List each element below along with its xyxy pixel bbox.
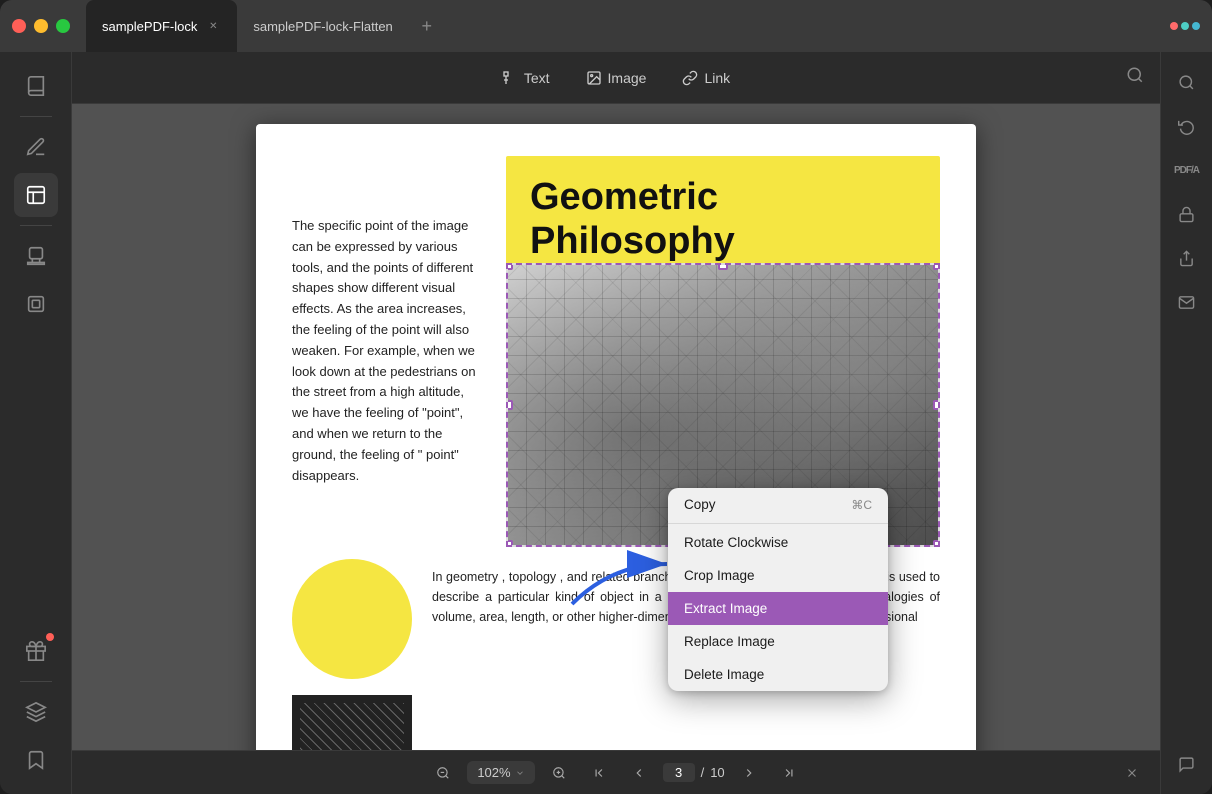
tab-close-1[interactable]: ✕ <box>205 18 221 34</box>
divider-3 <box>20 681 52 682</box>
tab-samplePDF-lock-flatten[interactable]: samplePDF-lock-Flatten <box>237 0 408 52</box>
close-bottom-button[interactable] <box>1116 757 1148 789</box>
total-pages: 10 <box>710 765 724 780</box>
pdf-heading: GeometricPhilosophy <box>530 176 916 263</box>
handle-top-right[interactable] <box>933 263 940 270</box>
menu-crop-label: Crop Image <box>684 568 755 583</box>
zoom-in-button[interactable] <box>543 757 575 789</box>
handle-mid-left[interactable] <box>506 400 513 410</box>
maximize-button[interactable] <box>56 19 70 33</box>
sidebar-item-stamp[interactable] <box>14 234 58 278</box>
last-page-button[interactable] <box>773 757 805 789</box>
search-icon[interactable] <box>1126 66 1144 89</box>
pdf-left-text: The specific point of the image can be e… <box>292 216 482 486</box>
sidebar-item-book[interactable] <box>14 64 58 108</box>
menu-copy-shortcut: ⌘C <box>851 498 872 512</box>
handle-mid-right[interactable] <box>933 400 940 410</box>
tab-label-2: samplePDF-lock-Flatten <box>253 19 392 34</box>
handle-bottom-right[interactable] <box>933 540 940 547</box>
zoom-level-display[interactable]: 102% <box>467 761 534 784</box>
context-menu: Copy ⌘C Rotate Clockwise Crop Image Extr… <box>668 488 888 691</box>
sidebar-left <box>0 52 72 794</box>
next-page-button[interactable] <box>733 757 765 789</box>
text-label: Text <box>524 70 550 86</box>
menu-item-extract[interactable]: Extract Image <box>668 592 888 625</box>
content-area: The specific point of the image can be e… <box>72 104 1160 750</box>
menu-rotate-label: Rotate Clockwise <box>684 535 788 550</box>
menu-extract-label: Extract Image <box>684 601 767 616</box>
menu-delete-label: Delete Image <box>684 667 764 682</box>
logo-dot-blue <box>1192 22 1200 30</box>
page-separator: / <box>701 765 705 780</box>
bottom-bar: 102% <box>72 750 1160 794</box>
right-refresh-icon[interactable] <box>1169 108 1205 144</box>
first-page-button[interactable] <box>583 757 615 789</box>
divider-2 <box>20 225 52 226</box>
sidebar-item-edit-doc[interactable] <box>14 173 58 217</box>
image-label: Image <box>608 70 647 86</box>
tab-label-1: samplePDF-lock <box>102 19 197 34</box>
gift-badge <box>46 633 54 641</box>
content-wrap: Text Image Link <box>72 52 1160 794</box>
left-paragraph: The specific point of the image can be e… <box>292 216 482 486</box>
page-number-input[interactable] <box>663 763 695 782</box>
app-logo <box>1170 22 1200 30</box>
small-box-image <box>292 695 412 750</box>
zoom-value: 102% <box>477 765 510 780</box>
right-comment-icon[interactable] <box>1169 746 1205 782</box>
tab-samplePDF-lock[interactable]: samplePDF-lock ✕ <box>86 0 237 52</box>
menu-item-replace[interactable]: Replace Image <box>668 625 888 658</box>
image-tool-button[interactable]: Image <box>572 63 661 93</box>
prev-page-button[interactable] <box>623 757 655 789</box>
text-tool-button[interactable]: Text <box>488 63 564 93</box>
page-input-group: / 10 <box>663 763 725 782</box>
sidebar-item-bookmark[interactable] <box>14 738 58 782</box>
handle-bottom-left[interactable] <box>506 540 513 547</box>
app-window: samplePDF-lock ✕ samplePDF-lock-Flatten … <box>0 0 1212 794</box>
menu-item-crop[interactable]: Crop Image <box>668 559 888 592</box>
traffic-lights <box>12 19 70 33</box>
menu-copy-label: Copy <box>684 497 716 512</box>
logo-dot-teal <box>1181 22 1189 30</box>
right-share-icon[interactable] <box>1169 240 1205 276</box>
main-area: Text Image Link <box>0 52 1212 794</box>
menu-item-rotate[interactable]: Rotate Clockwise <box>668 526 888 559</box>
sidebar-item-layers[interactable] <box>14 282 58 326</box>
right-search-icon[interactable] <box>1169 64 1205 100</box>
yellow-header: GeometricPhilosophy <box>506 156 940 263</box>
handle-top-left[interactable] <box>506 263 513 270</box>
menu-item-copy[interactable]: Copy ⌘C <box>668 488 888 521</box>
divider-1 <box>20 116 52 117</box>
right-lock-icon[interactable] <box>1169 196 1205 232</box>
menu-replace-label: Replace Image <box>684 634 775 649</box>
right-pdfa-icon[interactable]: PDF/A <box>1169 152 1205 188</box>
handle-top-mid[interactable] <box>718 263 728 270</box>
sidebar-item-stack[interactable] <box>14 690 58 734</box>
toolbar: Text Image Link <box>72 52 1160 104</box>
close-button[interactable] <box>12 19 26 33</box>
sidebar-right: PDF/A <box>1160 52 1212 794</box>
link-tool-button[interactable]: Link <box>668 63 744 93</box>
right-mail-icon[interactable] <box>1169 284 1205 320</box>
minimize-button[interactable] <box>34 19 48 33</box>
sidebar-item-pen[interactable] <box>14 125 58 169</box>
link-label: Link <box>704 70 730 86</box>
pdfa-label: PDF/A <box>1174 165 1199 176</box>
logo-dot-red <box>1170 22 1178 30</box>
zoom-out-button[interactable] <box>427 757 459 789</box>
menu-divider-1 <box>668 523 888 524</box>
yellow-circle <box>292 559 412 679</box>
menu-item-delete[interactable]: Delete Image <box>668 658 888 691</box>
tab-bar: samplePDF-lock ✕ samplePDF-lock-Flatten … <box>86 0 441 52</box>
titlebar: samplePDF-lock ✕ samplePDF-lock-Flatten … <box>0 0 1212 52</box>
add-tab-button[interactable]: + <box>413 12 441 40</box>
sidebar-item-gift[interactable] <box>14 629 58 673</box>
